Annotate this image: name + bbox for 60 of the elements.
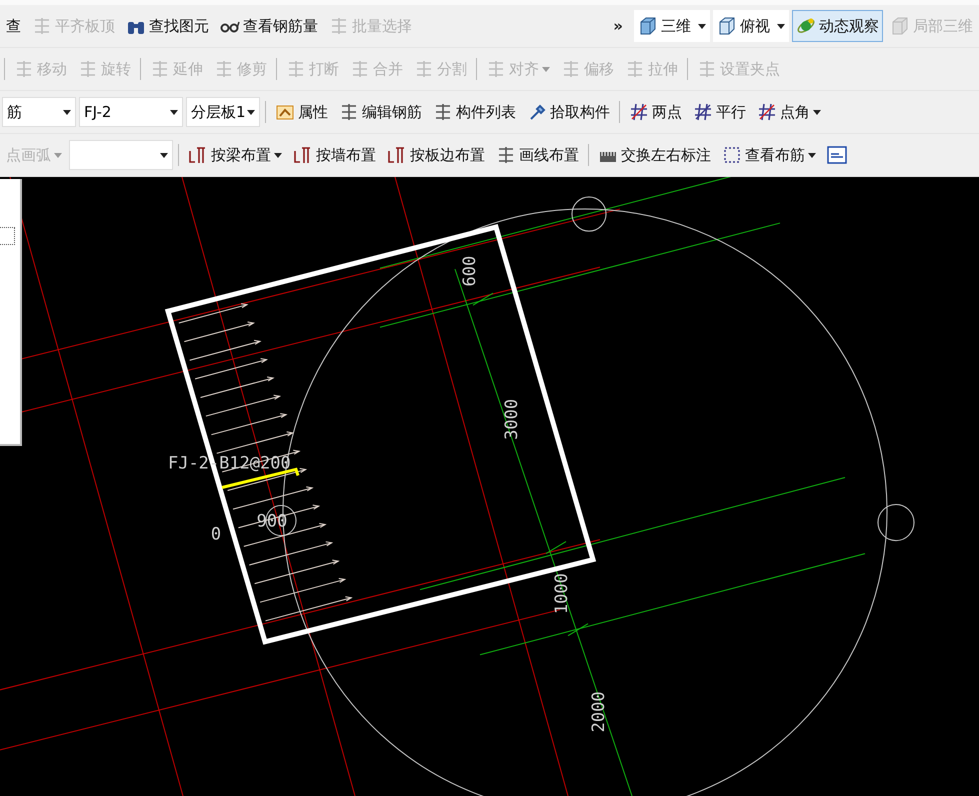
cube-icon	[717, 16, 737, 36]
toolbar-button[interactable]: 编辑钢筋	[335, 96, 426, 128]
dimension-label: 1000	[552, 573, 572, 614]
caret-icon	[170, 110, 178, 114]
dimension-label: 0	[210, 524, 222, 545]
tool-icon	[14, 59, 34, 79]
toolbar-button[interactable]: 属性	[271, 96, 332, 128]
dimension-label: 600	[460, 256, 480, 287]
tool-icon	[697, 59, 717, 79]
tool-icon	[414, 59, 434, 79]
dropdown-field[interactable]	[69, 140, 173, 170]
dropdown-field[interactable]: FJ-2	[79, 97, 183, 127]
tool-icon	[486, 59, 506, 79]
beam-icon	[387, 145, 407, 165]
toolbar-button[interactable]: 交换左右标注	[594, 139, 715, 171]
text-box-icon	[827, 145, 847, 165]
toolbar-button[interactable]: 俯视	[713, 10, 789, 42]
tool-icon	[625, 59, 645, 79]
tool-icon	[150, 59, 170, 79]
tool-icon	[339, 102, 359, 122]
toolbar-button[interactable]: 查看布筋	[718, 139, 820, 171]
tool-icon	[214, 59, 234, 79]
tool-icon	[561, 59, 581, 79]
toolbar-button[interactable]: 按墙布置	[289, 139, 380, 171]
cube-icon	[638, 16, 658, 36]
toolbar-button[interactable]: 画线布置	[492, 139, 583, 171]
dotted-frame-icon	[722, 145, 742, 165]
toolbar-button[interactable]: 按梁布置	[184, 139, 286, 171]
toolbar-button[interactable]: 平行	[689, 96, 750, 128]
toolbar-button[interactable]: 拾取构件	[523, 96, 614, 128]
caret-icon	[698, 24, 706, 28]
toolbar-button[interactable]: 两点	[625, 96, 686, 128]
grid-lines-icon	[693, 102, 713, 122]
tool-icon	[350, 59, 370, 79]
tool-icon	[496, 145, 516, 165]
caret-icon	[160, 152, 168, 158]
dropdown-field[interactable]: 分层板1	[186, 97, 260, 127]
tool-icon	[78, 59, 98, 79]
caret-icon	[247, 110, 255, 114]
toolbar-button[interactable]: 动态观察	[792, 10, 883, 42]
toolbar-button[interactable]: 三维	[634, 10, 710, 42]
toolbar-button[interactable]: 查看钢筋量	[216, 10, 322, 42]
dimension-label: 3000	[502, 398, 522, 440]
toolbar-button[interactable]: 按板边布置	[383, 139, 489, 171]
beam-icon	[293, 145, 313, 165]
dropdown-field[interactable]: 筋	[2, 97, 76, 127]
tool-icon	[286, 59, 306, 79]
toolbar-button[interactable]: 查找图元	[122, 10, 213, 42]
toolbar-button[interactable]: 点角	[753, 96, 825, 128]
toolbar-button[interactable]: 查	[2, 10, 25, 42]
toolbar-overflow-button[interactable]: »	[605, 17, 631, 35]
grid-lines-icon	[629, 102, 649, 122]
sphere-icon	[796, 16, 816, 36]
caret-icon	[63, 110, 71, 114]
dimension-label: 2000	[589, 691, 609, 732]
cube-icon	[890, 16, 910, 36]
toolbar-button[interactable]: 构件列表	[429, 96, 520, 128]
beam-icon	[188, 145, 208, 165]
grid-lines-icon	[757, 102, 777, 122]
caret-icon	[777, 24, 785, 28]
